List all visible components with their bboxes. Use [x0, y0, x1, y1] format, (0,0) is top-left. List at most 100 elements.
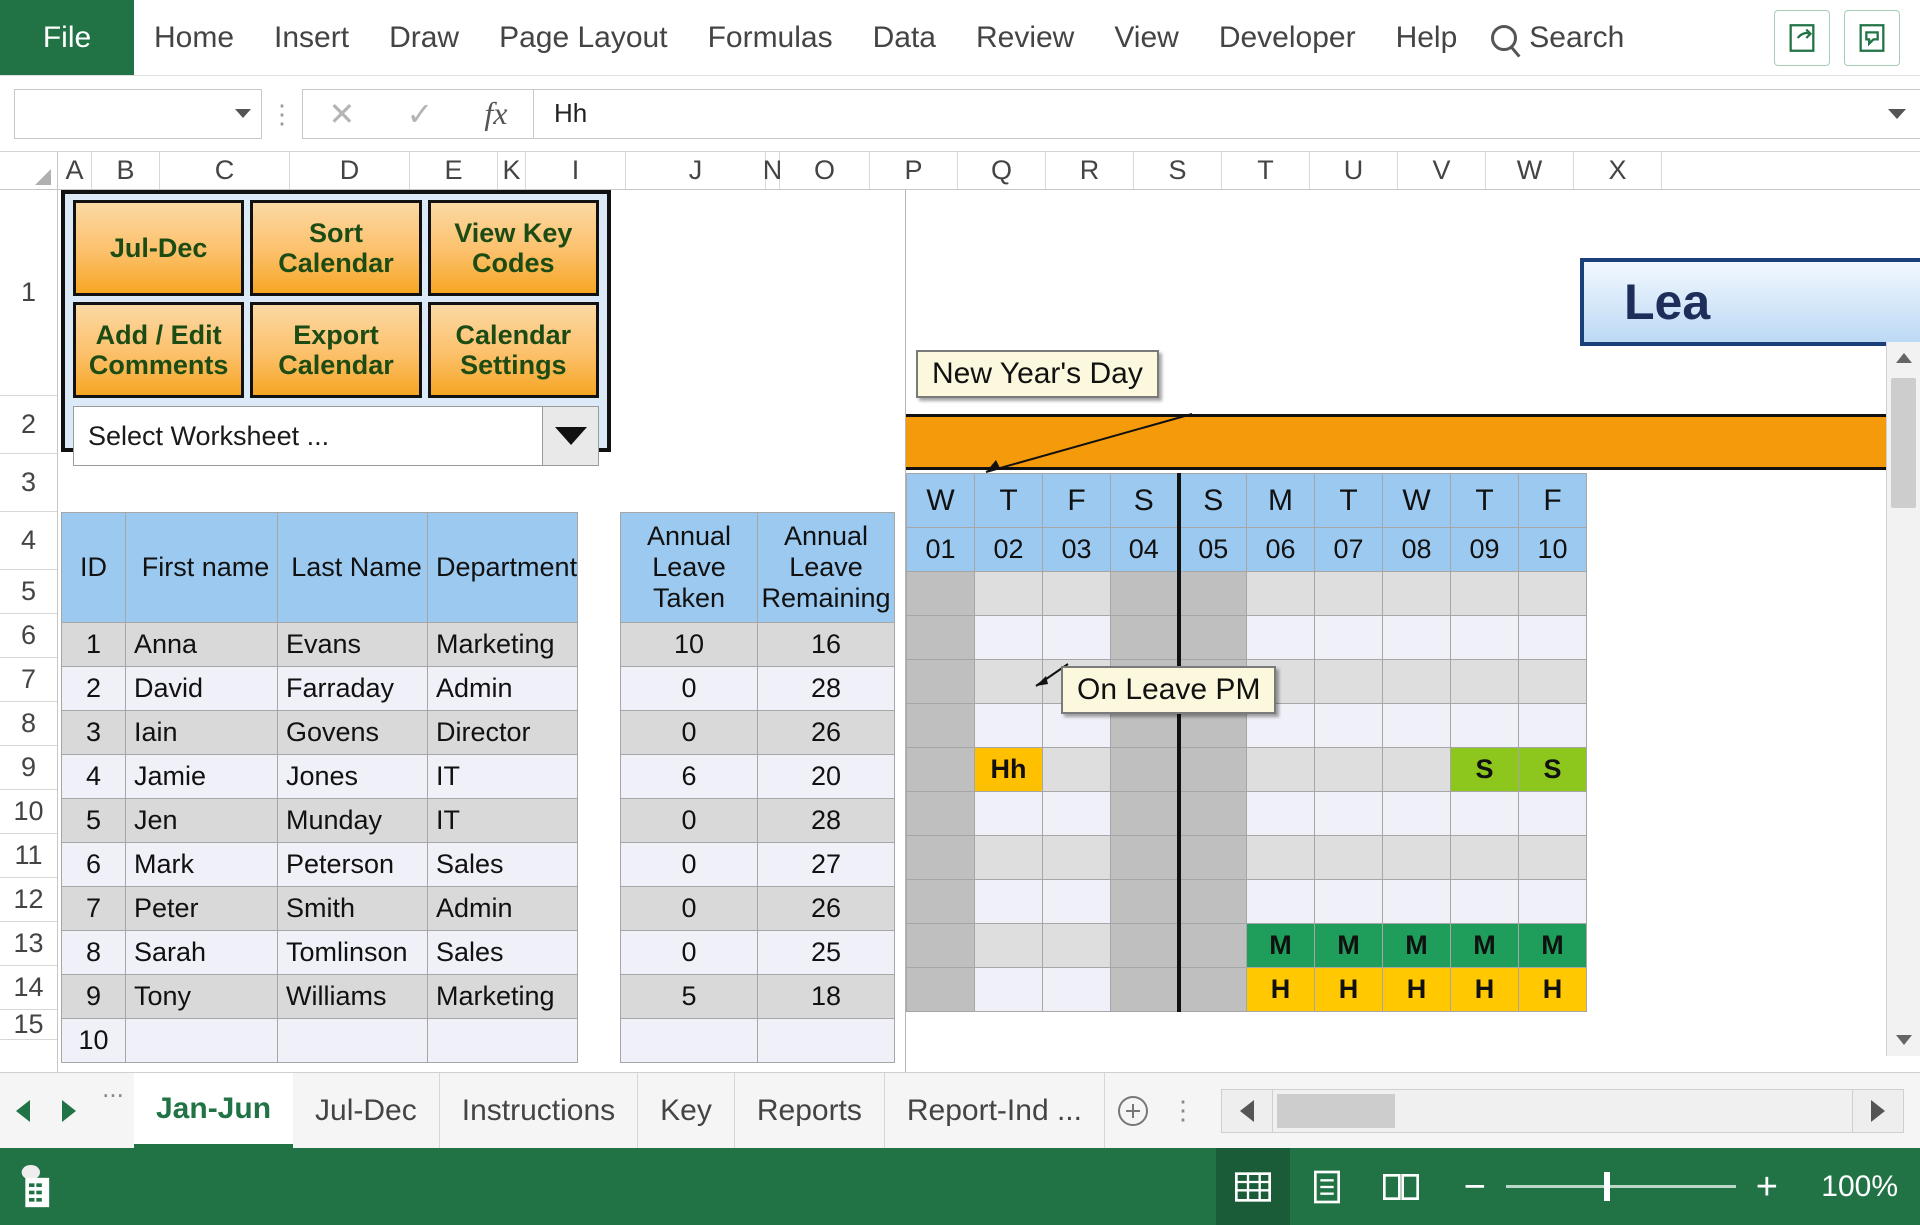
column-header-E[interactable]: E	[410, 152, 498, 189]
column-header-J[interactable]: J	[626, 152, 766, 189]
column-header-S[interactable]: S	[1134, 152, 1222, 189]
calendar-cell[interactable]	[906, 923, 975, 968]
calendar-cell[interactable]	[1518, 879, 1587, 924]
worksheet-select-dropdown[interactable]: Select Worksheet ...	[73, 406, 599, 466]
calendar-cell[interactable]	[1450, 879, 1519, 924]
cell-leave-taken[interactable]: 10	[620, 622, 758, 667]
calendar-cell[interactable]	[1042, 615, 1111, 660]
row-header-14[interactable]: 14	[0, 966, 57, 1010]
cell-first[interactable]: David	[125, 666, 278, 711]
cell-dept[interactable]	[426, 1018, 579, 1063]
calendar-cell[interactable]	[1314, 747, 1383, 792]
cell-dept[interactable]: IT	[426, 798, 579, 843]
row-header-9[interactable]: 9	[0, 746, 57, 790]
table-row[interactable]: 5 18	[620, 974, 895, 1019]
cell-id[interactable]: 1	[61, 622, 126, 667]
calendar-cell[interactable]	[974, 923, 1043, 968]
calendar-cell[interactable]	[1314, 879, 1383, 924]
cell-leave-remaining[interactable]	[757, 1018, 895, 1063]
calendar-cell[interactable]	[1176, 747, 1247, 792]
cell-leave-taken[interactable]: 6	[620, 754, 758, 799]
table-row[interactable]: 0 27	[620, 842, 895, 887]
calendar-cell[interactable]	[1176, 835, 1247, 880]
table-row[interactable]: 0 25	[620, 930, 895, 975]
calendar-cell[interactable]	[1314, 703, 1383, 748]
zoom-slider[interactable]	[1505, 1172, 1736, 1201]
row-header-1[interactable]: 1	[0, 190, 57, 396]
calendar-cell[interactable]	[1042, 923, 1111, 968]
calendar-cell[interactable]	[1176, 879, 1247, 924]
calendar-cell[interactable]	[1450, 659, 1519, 704]
calendar-cell[interactable]	[974, 615, 1043, 660]
cell-first[interactable]: Jen	[125, 798, 278, 843]
ribbon-tab-insert[interactable]: Insert	[254, 0, 369, 75]
sheet-tab-jan-jun[interactable]: Jan-Jun	[134, 1073, 294, 1148]
column-header-K[interactable]: K	[498, 152, 526, 189]
calendar-cell[interactable]	[1382, 879, 1451, 924]
calendar-cell[interactable]	[1246, 615, 1315, 660]
calendar-cell[interactable]	[1518, 703, 1587, 748]
cell-leave-taken[interactable]: 0	[620, 798, 758, 843]
cell-dept[interactable]: IT	[426, 754, 579, 799]
calendar-cell[interactable]	[1110, 615, 1179, 660]
normal-view-button[interactable]	[1215, 1148, 1290, 1225]
calendar-cell[interactable]: M	[1314, 923, 1383, 968]
sheet-tab-report-ind[interactable]: Report-Ind ...	[885, 1073, 1105, 1148]
calendar-cell[interactable]: H	[1382, 967, 1451, 1012]
column-header-R[interactable]: R	[1046, 152, 1134, 189]
calendar-cell[interactable]	[906, 615, 975, 660]
cell-leave-remaining[interactable]: 25	[757, 930, 895, 975]
table-row[interactable]: 0 28	[620, 798, 895, 843]
ribbon-tab-developer[interactable]: Developer	[1199, 0, 1376, 75]
cell-leave-taken[interactable]: 0	[620, 930, 758, 975]
expand-formula-bar-icon[interactable]	[1888, 108, 1906, 119]
cell-last[interactable]: Jones	[277, 754, 428, 799]
cell-leave-taken[interactable]: 0	[620, 886, 758, 931]
confirm-icon[interactable]: ✓	[406, 95, 433, 133]
calendar-cell[interactable]	[1176, 571, 1247, 616]
cell-dept[interactable]: Marketing	[426, 974, 579, 1019]
add-edit-comments-button[interactable]: Add / Edit Comments	[73, 302, 245, 398]
calendar-cell[interactable]	[974, 659, 1043, 704]
cell-dept[interactable]: Marketing	[426, 622, 579, 667]
horizontal-scrollbar[interactable]	[1205, 1073, 1920, 1148]
ribbon-tab-draw[interactable]: Draw	[369, 0, 479, 75]
calendar-cell[interactable]	[974, 703, 1043, 748]
calendar-cell[interactable]: M	[1450, 923, 1519, 968]
calendar-cell[interactable]	[1450, 571, 1519, 616]
calendar-settings-button[interactable]: Calendar Settings	[427, 302, 599, 398]
calendar-cell[interactable]	[1176, 967, 1247, 1012]
cell-leave-taken[interactable]: 0	[620, 710, 758, 755]
calendar-cell[interactable]: H	[1246, 967, 1315, 1012]
calendar-cell[interactable]	[1042, 571, 1111, 616]
ribbon-tab-formulas[interactable]: Formulas	[688, 0, 853, 75]
ribbon-tab-page-layout[interactable]: Page Layout	[479, 0, 687, 75]
calendar-cell[interactable]: S	[1450, 747, 1519, 792]
cell-last[interactable]: Evans	[277, 622, 428, 667]
zoom-slider-knob[interactable]	[1603, 1172, 1610, 1201]
table-row[interactable]: 8 Sarah Tomlinson Sales	[61, 930, 579, 975]
row-header-10[interactable]: 10	[0, 790, 57, 834]
cell-last[interactable]: Smith	[277, 886, 428, 931]
cell-last[interactable]: Govens	[277, 710, 428, 755]
vertical-scroll-thumb[interactable]	[1891, 378, 1916, 508]
calendar-cell[interactable]	[906, 659, 975, 704]
calendar-cell[interactable]	[1246, 879, 1315, 924]
calendar-cell[interactable]	[906, 967, 975, 1012]
calendar-cell[interactable]: M	[1382, 923, 1451, 968]
calendar-cell[interactable]	[1246, 747, 1315, 792]
cell-dept[interactable]: Sales	[426, 842, 579, 887]
column-header-V[interactable]: V	[1398, 152, 1486, 189]
calendar-cell[interactable]	[906, 747, 975, 792]
table-row[interactable]: 4 Jamie Jones IT	[61, 754, 579, 799]
vertical-scrollbar[interactable]	[1886, 342, 1920, 1056]
cell-leave-remaining[interactable]: 16	[757, 622, 895, 667]
next-sheet-button[interactable]	[46, 1073, 92, 1148]
calendar-cell[interactable]	[1382, 747, 1451, 792]
row-header-11[interactable]: 11	[0, 834, 57, 878]
table-row[interactable]: 10	[61, 1018, 579, 1063]
ribbon-tab-view[interactable]: View	[1094, 0, 1198, 75]
cell-first[interactable]: Anna	[125, 622, 278, 667]
column-header-W[interactable]: W	[1486, 152, 1574, 189]
calendar-cell[interactable]: H	[1314, 967, 1383, 1012]
